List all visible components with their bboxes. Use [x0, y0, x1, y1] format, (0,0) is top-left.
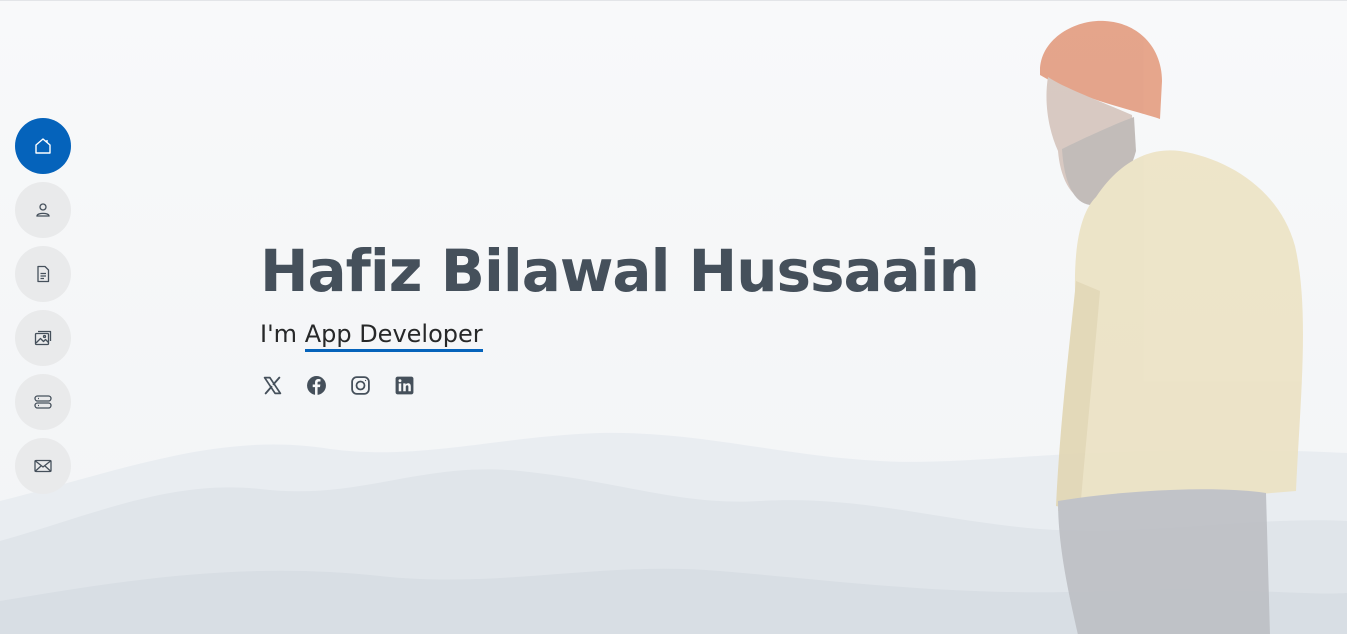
- nav-about[interactable]: [15, 182, 71, 238]
- nav-resume[interactable]: [15, 246, 71, 302]
- file-text-icon: [37, 265, 50, 283]
- hero-name: Hafiz Bilawal Hussaain: [260, 237, 980, 305]
- nav-home[interactable]: [15, 118, 71, 174]
- person-icon: [36, 203, 50, 217]
- social-x-link[interactable]: [260, 373, 284, 397]
- typed-role: App Developer: [304, 320, 483, 352]
- envelope-icon: [34, 459, 52, 473]
- images-icon: [34, 330, 52, 346]
- nav-services[interactable]: [15, 374, 71, 430]
- nav-contact[interactable]: [15, 438, 71, 494]
- x-twitter-icon: [263, 376, 281, 394]
- social-facebook-link[interactable]: [304, 373, 328, 397]
- nav-portfolio[interactable]: [15, 310, 71, 366]
- instagram-icon: [350, 375, 370, 395]
- hero-subtitle: I'm App Developer: [260, 317, 979, 352]
- linkedin-icon: [395, 376, 413, 394]
- home-icon: [35, 138, 51, 154]
- hero-section: Hafiz Bilawal Hussaain I'm App Developer: [0, 0, 1347, 634]
- facebook-icon: [306, 375, 326, 395]
- side-nav: [15, 118, 71, 494]
- hero-subtitle-prefix: I'm: [260, 320, 305, 348]
- hero-content: Hafiz Bilawal Hussaain I'm App Developer: [260, 233, 980, 397]
- social-instagram-link[interactable]: [348, 373, 372, 397]
- server-icon: [34, 395, 52, 409]
- social-links: [260, 373, 979, 397]
- social-linkedin-link[interactable]: [392, 373, 416, 397]
